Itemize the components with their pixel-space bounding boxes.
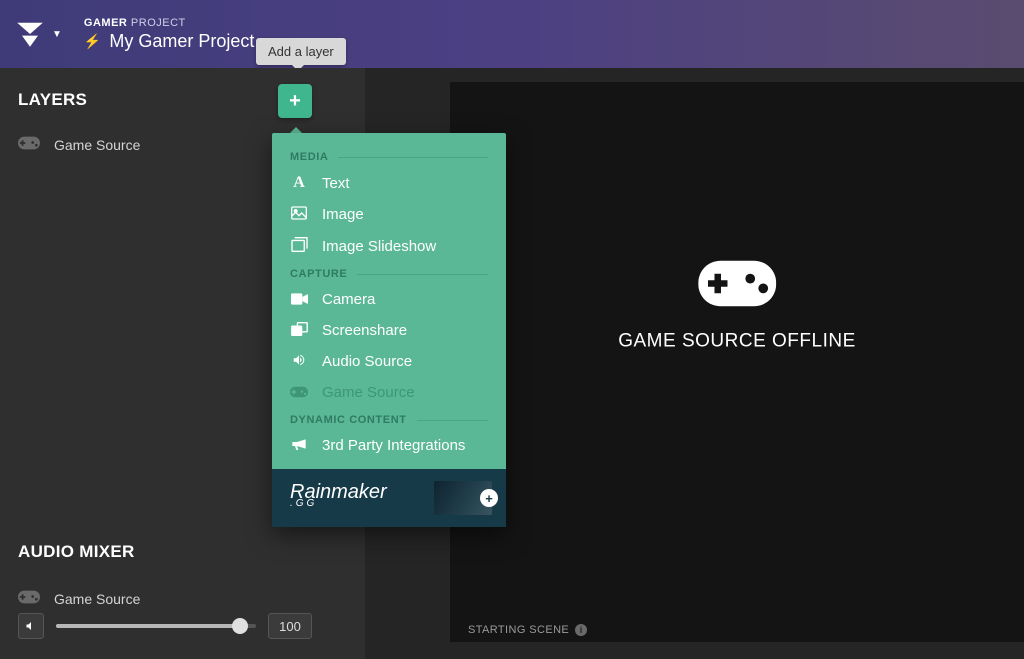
audio-icon <box>290 353 308 370</box>
logo-dropdown-caret-icon: ▼ <box>52 29 62 40</box>
header-text: GAMER PROJECT ⚡ My Gamer Project <box>84 17 254 52</box>
app-logo[interactable]: ▼ <box>14 18 62 50</box>
add-layer-button[interactable]: + <box>278 84 312 118</box>
info-icon[interactable]: i <box>575 624 587 636</box>
menu-footer-promo[interactable]: Rainmaker .GG + <box>272 469 506 527</box>
menu-item-third-party-integrations[interactable]: 3rd Party Integrations <box>272 430 506 461</box>
menu-item-audio-source[interactable]: Audio Source <box>272 346 506 377</box>
volume-value[interactable]: 100 <box>268 613 312 639</box>
slideshow-icon <box>290 237 308 255</box>
menu-section-media: MEDIA <box>272 145 506 167</box>
offline-label: GAME SOURCE OFFLINE <box>618 331 856 353</box>
mute-button[interactable] <box>18 613 44 639</box>
scene-footer-label: STARTING SCENE i <box>468 624 587 636</box>
layer-label: Game Source <box>54 137 140 153</box>
promo-brand: Rainmaker .GG <box>290 485 387 511</box>
promo-thumbnail: + <box>434 481 492 515</box>
menu-item-image[interactable]: Image <box>272 199 506 230</box>
app-logo-icon <box>14 18 46 50</box>
menu-section-dynamic: DYNAMIC CONTENT <box>272 408 506 430</box>
gamepad-icon <box>290 385 308 401</box>
menu-item-camera[interactable]: Camera <box>272 284 506 315</box>
gamepad-icon <box>618 260 856 313</box>
add-layer-menu: MEDIA A Text Image Image Slideshow CAPTU… <box>272 133 506 527</box>
add-layer-tooltip: Add a layer <box>256 38 346 65</box>
app-header: ▼ GAMER PROJECT ⚡ My Gamer Project <box>0 0 1024 68</box>
project-title: My Gamer Project <box>109 31 254 52</box>
gamepad-icon <box>18 136 40 153</box>
speaker-icon <box>25 620 37 632</box>
volume-slider[interactable] <box>56 624 256 628</box>
menu-section-capture: CAPTURE <box>272 262 506 284</box>
audio-source-label: Game Source <box>54 591 140 607</box>
app-name: GAMER PROJECT <box>84 17 254 29</box>
text-icon: A <box>290 174 308 192</box>
menu-item-screenshare[interactable]: Screenshare <box>272 315 506 346</box>
image-icon <box>290 206 308 223</box>
camera-icon <box>290 292 308 308</box>
audio-mixer: Game Source 100 <box>0 580 365 659</box>
gamepad-icon <box>18 590 40 607</box>
screenshare-icon <box>290 322 308 339</box>
menu-item-image-slideshow[interactable]: Image Slideshow <box>272 230 506 262</box>
scene-preview[interactable]: GAME SOURCE OFFLINE STARTING SCENE i <box>450 82 1024 642</box>
flyout-caret-icon <box>289 120 303 134</box>
audio-mixer-title: AUDIO MIXER <box>0 530 365 580</box>
promo-add-button[interactable]: + <box>480 489 498 507</box>
menu-item-game-source: Game Source <box>272 377 506 408</box>
megaphone-icon <box>290 437 308 454</box>
menu-item-text[interactable]: A Text <box>272 167 506 199</box>
bolt-icon: ⚡ <box>84 33 101 50</box>
